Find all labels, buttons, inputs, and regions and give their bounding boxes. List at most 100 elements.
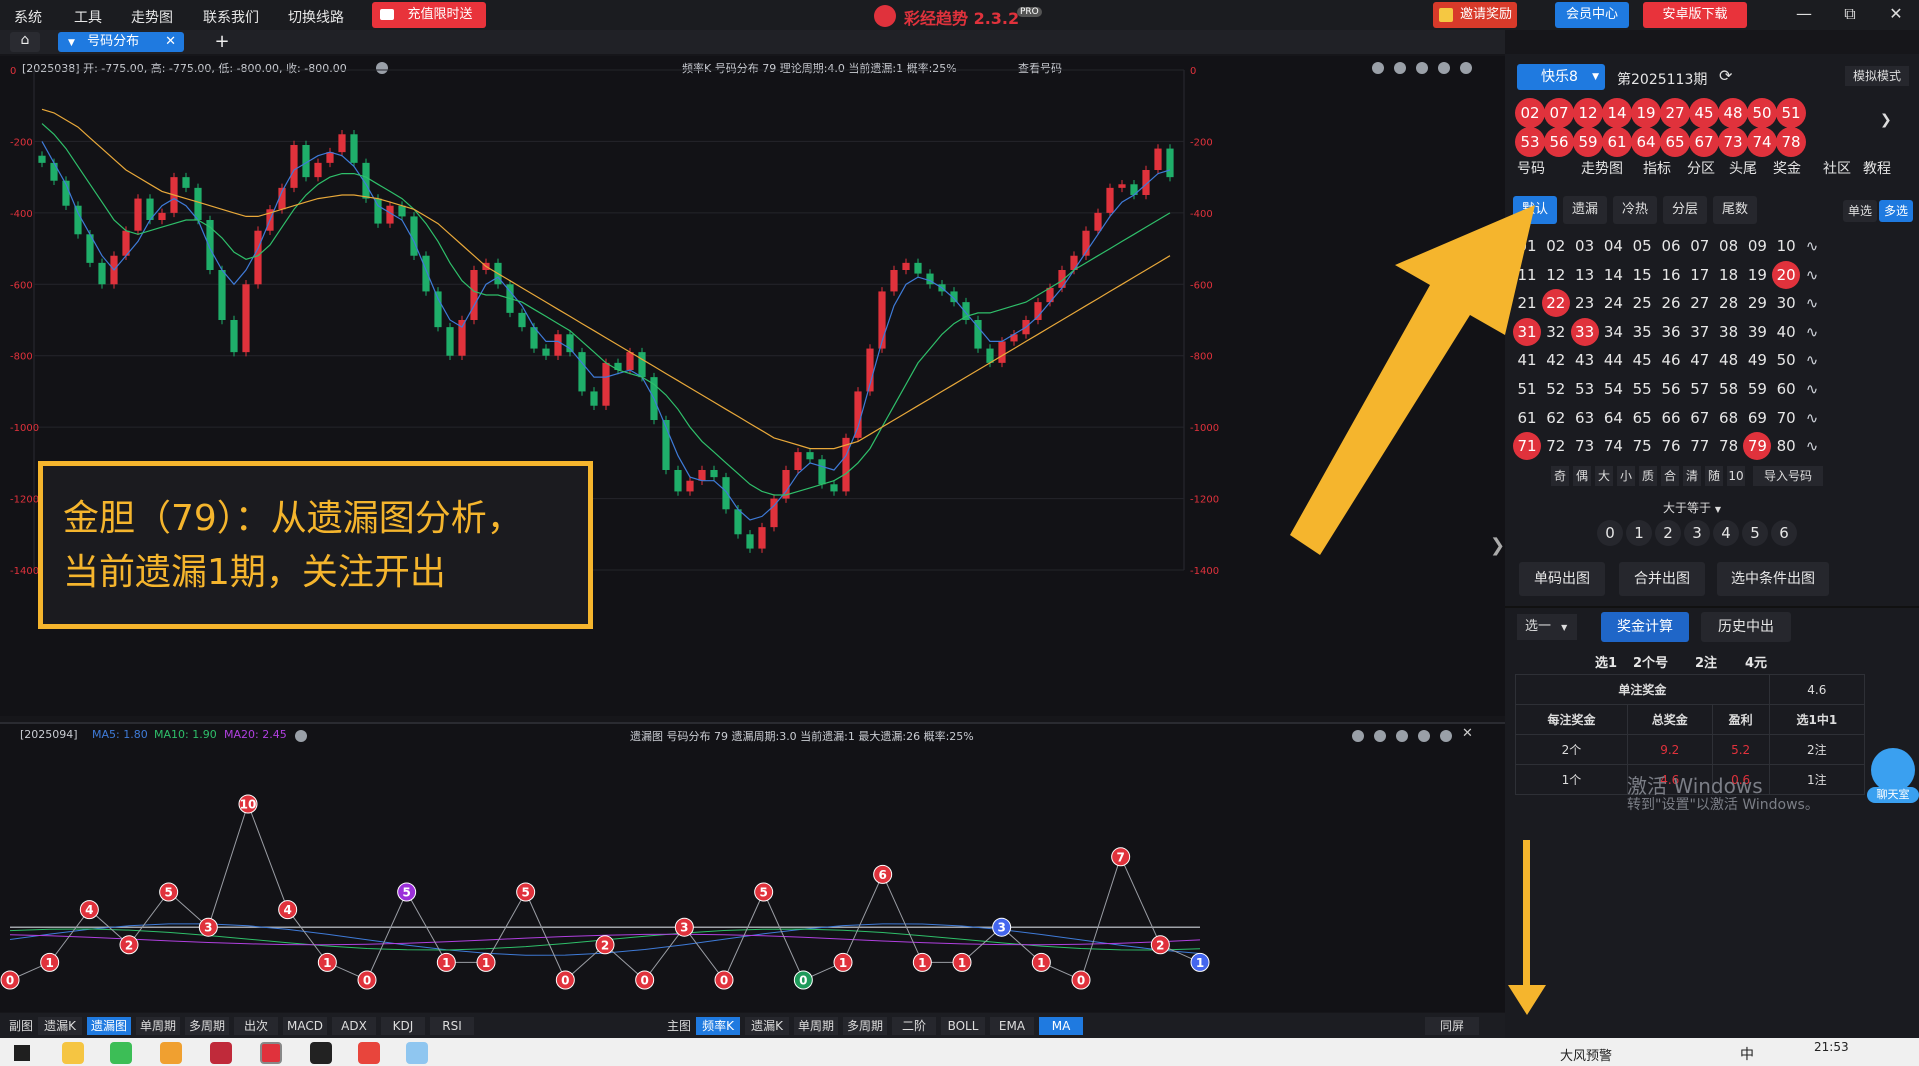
y-tick-right: -400	[1190, 209, 1213, 220]
miss-label: 5	[402, 886, 410, 900]
android-download-button[interactable]: 安卓版下载	[1643, 2, 1747, 28]
main-chart-3[interactable]: 单周期	[794, 1017, 838, 1035]
candle	[470, 270, 478, 320]
browser-icon[interactable]	[160, 1042, 182, 1064]
sub-chart-1[interactable]: 遗漏K	[38, 1017, 82, 1035]
candle	[806, 452, 814, 460]
lottery-label: 快乐8	[1541, 69, 1578, 85]
miss-label: 0	[799, 974, 807, 988]
gift-icon	[380, 9, 394, 20]
promo-button[interactable]: 充值限时送	[372, 2, 486, 28]
candle	[314, 162, 322, 178]
ma-line-ma10	[41, 123, 1171, 496]
drawn-ball: 48	[1718, 98, 1748, 128]
sub-chart-9[interactable]: RSI	[430, 1017, 474, 1035]
drawn-ball: 59	[1573, 127, 1603, 157]
right-tab-0[interactable]: 号码	[1517, 158, 1545, 178]
sub-chart-4[interactable]: 多周期	[185, 1017, 229, 1035]
invite-button[interactable]: 邀请奖励	[1433, 2, 1517, 28]
wps-icon[interactable]	[358, 1042, 380, 1064]
sub-chart-5[interactable]: 出次	[234, 1017, 278, 1035]
sim-mode-button[interactable]: 模拟模式	[1845, 66, 1909, 86]
sub-chart-2[interactable]: 遗漏图	[87, 1017, 131, 1035]
help-icon[interactable]	[295, 730, 307, 742]
refresh-icon[interactable]: ⟳	[1719, 66, 1732, 85]
main-chart-2[interactable]: 遗漏K	[745, 1017, 789, 1035]
miss-label: 4	[85, 903, 93, 917]
add-tab-button[interactable]: +	[208, 31, 236, 53]
right-tab-5[interactable]: 奖金	[1773, 158, 1801, 178]
drawn-ball: 74	[1747, 127, 1777, 157]
drawn-ball: 19	[1631, 98, 1661, 128]
candle	[398, 205, 406, 217]
app-icon[interactable]	[210, 1042, 232, 1064]
right-tab-1[interactable]: 走势图	[1581, 158, 1623, 178]
file-explorer-icon[interactable]	[62, 1042, 84, 1064]
promo-label: 充值限时送	[407, 7, 473, 22]
sub-chart-6[interactable]: MACD	[283, 1017, 327, 1035]
main-chart-5[interactable]: 二阶	[892, 1017, 936, 1035]
restore-icon[interactable]: ⧉	[1839, 4, 1861, 26]
home-icon[interactable]: ⌂	[10, 32, 40, 52]
close-tab-icon[interactable]: ✕	[165, 32, 176, 52]
minimize-icon[interactable]: —	[1793, 4, 1815, 26]
right-tab-3[interactable]: 分区	[1687, 158, 1715, 178]
drawn-ball: 78	[1776, 127, 1806, 157]
menu-tools[interactable]: 工具	[74, 7, 102, 27]
drawn-ball: 14	[1602, 98, 1632, 128]
ime-indicator[interactable]: 中	[1740, 1044, 1754, 1064]
lottery-select[interactable]: 快乐8 ▼	[1517, 64, 1605, 90]
y-tick-right: -1000	[1190, 423, 1219, 434]
menu-contact[interactable]: 联系我们	[203, 7, 259, 27]
indicator-bar: 副图 遗漏K 遗漏图 单周期 多周期 出次 MACD ADX KDJ RSI 主图 频率K 遗漏K 单周期…	[0, 1013, 1505, 1038]
miss-label: 1	[839, 956, 847, 970]
tab-number-distribution[interactable]: ▼ 号码分布 ✕	[58, 32, 184, 52]
drawn-ball: 02	[1515, 98, 1545, 128]
main-chart-1[interactable]: 频率K	[696, 1017, 740, 1035]
wechat-icon[interactable]	[110, 1042, 132, 1064]
sub-chart-8[interactable]: KDJ	[381, 1017, 425, 1035]
miss-label: 0	[640, 974, 648, 988]
y-tick-left: -600	[10, 280, 33, 291]
candle	[746, 534, 754, 549]
drawn-ball: 45	[1689, 98, 1719, 128]
sync-screen-button[interactable]: 同屏	[1425, 1017, 1479, 1035]
main-chart-8[interactable]: MA	[1039, 1017, 1083, 1035]
menu-trend[interactable]: 走势图	[131, 7, 173, 27]
miss-label: 2	[601, 938, 609, 952]
miss-label: 3	[680, 921, 688, 935]
right-tab-4[interactable]: 头尾	[1729, 158, 1757, 178]
lottery-app-icon[interactable]	[260, 1042, 282, 1064]
invite-label: 邀请奖励	[1459, 7, 1512, 22]
candle	[734, 509, 742, 535]
miss-label: 7	[1116, 850, 1124, 864]
y-tick-right: 0	[1190, 66, 1196, 77]
sub-chart-7[interactable]: ADX	[332, 1017, 376, 1035]
candle	[722, 477, 730, 510]
right-tab-7[interactable]: 教程	[1863, 158, 1891, 178]
main-chart-6[interactable]: BOLL	[941, 1017, 985, 1035]
annotation-box: 金胆（79）：从遗漏图分析， 当前遗漏1期，关注开出	[38, 461, 593, 629]
drawn-ball: 07	[1544, 98, 1574, 128]
main-chart-7[interactable]: EMA	[990, 1017, 1034, 1035]
notes-icon[interactable]	[406, 1042, 428, 1064]
y-tick-right: -1200	[1190, 495, 1219, 506]
right-tab-2[interactable]: 指标	[1643, 158, 1671, 178]
miss-label: 1	[442, 956, 450, 970]
weather-alert[interactable]: 大风预警	[1560, 1045, 1612, 1064]
right-tab-6[interactable]: 社区	[1823, 158, 1851, 178]
close-icon[interactable]: ✕	[1885, 4, 1907, 26]
candle	[854, 391, 862, 438]
candle	[134, 198, 142, 231]
menu-switch-line[interactable]: 切换线路	[288, 7, 344, 27]
candle	[1118, 184, 1126, 188]
chevron-right-icon[interactable]: ❯	[1880, 112, 1892, 128]
windows-start-icon[interactable]	[14, 1045, 30, 1061]
member-button[interactable]: 会员中心	[1555, 2, 1629, 28]
sub-chart-3[interactable]: 单周期	[136, 1017, 180, 1035]
main-chart-4[interactable]: 多周期	[843, 1017, 887, 1035]
menu-system[interactable]: 系统	[14, 7, 42, 27]
drawn-ball: 73	[1718, 127, 1748, 157]
ma20-value: MA20: 2.45	[224, 728, 287, 741]
qq-icon[interactable]	[310, 1042, 332, 1064]
